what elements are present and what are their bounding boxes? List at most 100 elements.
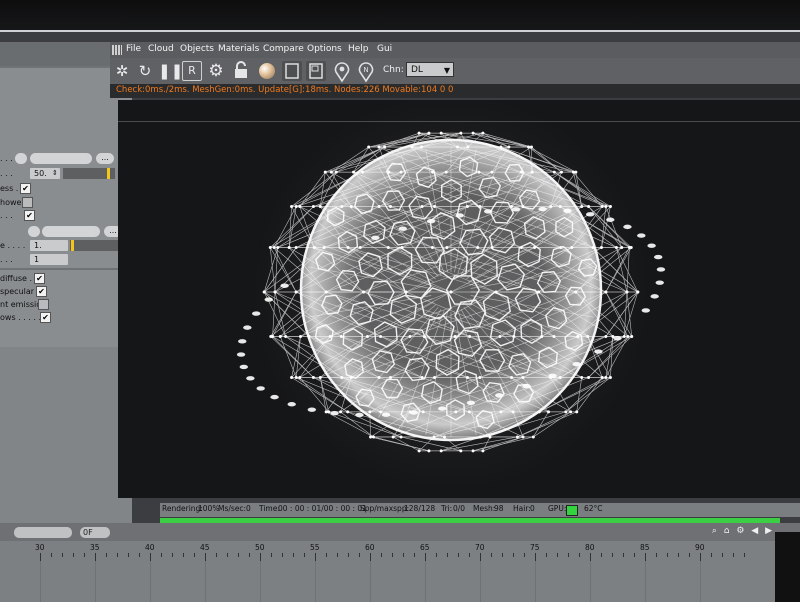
- refresh-icon[interactable]: ↻: [135, 61, 155, 81]
- wire-node: [509, 375, 513, 379]
- ruler-tick: [700, 553, 701, 561]
- checkbox-checked[interactable]: ✔: [34, 273, 45, 284]
- slider-field[interactable]: [30, 153, 92, 164]
- link-button[interactable]: [28, 226, 40, 237]
- wire-node: [519, 246, 523, 250]
- wire-node: [322, 246, 326, 250]
- ruler-label: 50: [255, 543, 265, 552]
- slider-handle[interactable]: [107, 168, 110, 179]
- wire-node: [421, 410, 425, 414]
- wire-node: [290, 205, 294, 209]
- ruler-gridline: [40, 561, 41, 602]
- ring-dot: [438, 406, 447, 411]
- lock-icon[interactable]: [231, 61, 251, 81]
- ruler-tick: [95, 553, 96, 561]
- menu-options[interactable]: Options: [307, 44, 342, 54]
- ruler-tick: [62, 553, 63, 557]
- checkbox-unchecked[interactable]: [38, 299, 49, 310]
- material-sphere-icon[interactable]: [259, 63, 275, 79]
- wire-node: [262, 290, 266, 294]
- ring-dot: [623, 224, 632, 230]
- menu-materials[interactable]: Materials: [218, 44, 259, 54]
- timeline-ruler[interactable]: 30 35 40 45 50 55 60 65 70 75 80 85 90: [0, 541, 775, 602]
- wire-node: [294, 290, 298, 294]
- checkbox-unchecked[interactable]: [22, 197, 33, 208]
- wire-node: [604, 375, 608, 379]
- wire-node: [334, 170, 338, 174]
- timeline-tool-icons[interactable]: ⌕ ⌂ ⚙ ◀ ▶: [712, 526, 774, 536]
- value-slider[interactable]: [70, 240, 125, 251]
- ruler-gridline: [315, 561, 316, 602]
- ruler-tick: [348, 553, 349, 557]
- ruler-tick: [326, 553, 327, 557]
- stats-bar: Check:0ms./2ms. MeshGen:0ms. Update[G]:1…: [110, 84, 800, 98]
- ring-dot: [307, 407, 317, 412]
- reset-icon[interactable]: R: [182, 61, 202, 81]
- wire-node: [269, 334, 273, 338]
- menu-gui[interactable]: Gui: [377, 44, 392, 54]
- ring-dot: [371, 235, 380, 240]
- wire-node: [587, 205, 591, 209]
- menu-file[interactable]: File: [126, 44, 141, 54]
- ruler-tick: [579, 553, 580, 557]
- ruler-gridline: [590, 561, 591, 602]
- wire-node: [600, 375, 604, 379]
- wire-node: [400, 246, 404, 250]
- pause-icon[interactable]: ❚❚: [158, 61, 183, 81]
- pick-marker-icon[interactable]: [332, 61, 352, 83]
- ring-dot: [572, 361, 581, 367]
- menu-objects[interactable]: Objects: [180, 44, 214, 54]
- ruler-label: 40: [145, 543, 155, 552]
- ruler-tick: [194, 553, 195, 557]
- value-field[interactable]: 1.: [30, 240, 68, 251]
- spinner-arrows[interactable]: ⇕: [52, 168, 60, 179]
- wire-node: [591, 246, 595, 250]
- ruler-tick: [557, 553, 558, 557]
- wire-node: [369, 435, 373, 439]
- wire-node: [529, 145, 533, 149]
- wire-node: [329, 170, 333, 174]
- frame-field[interactable]: 0F: [80, 527, 110, 538]
- wire-node: [442, 435, 446, 439]
- frame-icon[interactable]: [306, 61, 326, 81]
- wire-node: [377, 375, 381, 379]
- slider-handle[interactable]: [71, 240, 74, 251]
- gpu-label: GPU:: [548, 504, 567, 513]
- layout-icon[interactable]: ✲: [112, 61, 132, 81]
- grid-icon[interactable]: [112, 45, 122, 55]
- timeline-field[interactable]: [14, 527, 72, 538]
- ring-dot: [256, 386, 265, 391]
- gear-icon[interactable]: ⚙: [206, 61, 226, 81]
- checkbox-checked[interactable]: ✔: [20, 183, 31, 194]
- tri-value: 0/0: [453, 504, 466, 513]
- wire-node: [481, 131, 485, 135]
- value-field[interactable]: 1: [30, 254, 68, 265]
- row-slider-a: . . . ...: [0, 152, 132, 166]
- nav-marker-icon[interactable]: N: [356, 61, 376, 83]
- more-button[interactable]: ...: [96, 153, 114, 164]
- wire-node: [511, 410, 515, 414]
- value-slider[interactable]: [63, 168, 115, 179]
- wire-node: [298, 205, 302, 209]
- menu-cloud[interactable]: Cloud: [148, 44, 174, 54]
- ruler-tick: [667, 553, 668, 557]
- wire-node: [307, 334, 311, 338]
- checkbox-checked[interactable]: ✔: [36, 286, 47, 297]
- ruler-tick: [271, 553, 272, 557]
- ring-dot: [455, 213, 464, 218]
- render-viewport[interactable]: [118, 100, 800, 498]
- menu-compare[interactable]: Compare: [263, 44, 304, 54]
- row-checkbox-hower: hower: [0, 196, 132, 210]
- wire-node: [346, 410, 350, 414]
- checkbox-checked[interactable]: ✔: [24, 210, 35, 221]
- link-button[interactable]: [15, 153, 27, 164]
- ruler-tick: [414, 553, 415, 557]
- slider-field[interactable]: [42, 226, 100, 237]
- wire-node: [408, 410, 412, 414]
- region-icon[interactable]: [282, 61, 302, 81]
- wire-node: [352, 170, 356, 174]
- ruler-tick: [645, 553, 646, 561]
- channel-select[interactable]: DL ▼: [406, 62, 454, 77]
- menu-help[interactable]: Help: [348, 44, 369, 54]
- checkbox-checked[interactable]: ✔: [40, 312, 51, 323]
